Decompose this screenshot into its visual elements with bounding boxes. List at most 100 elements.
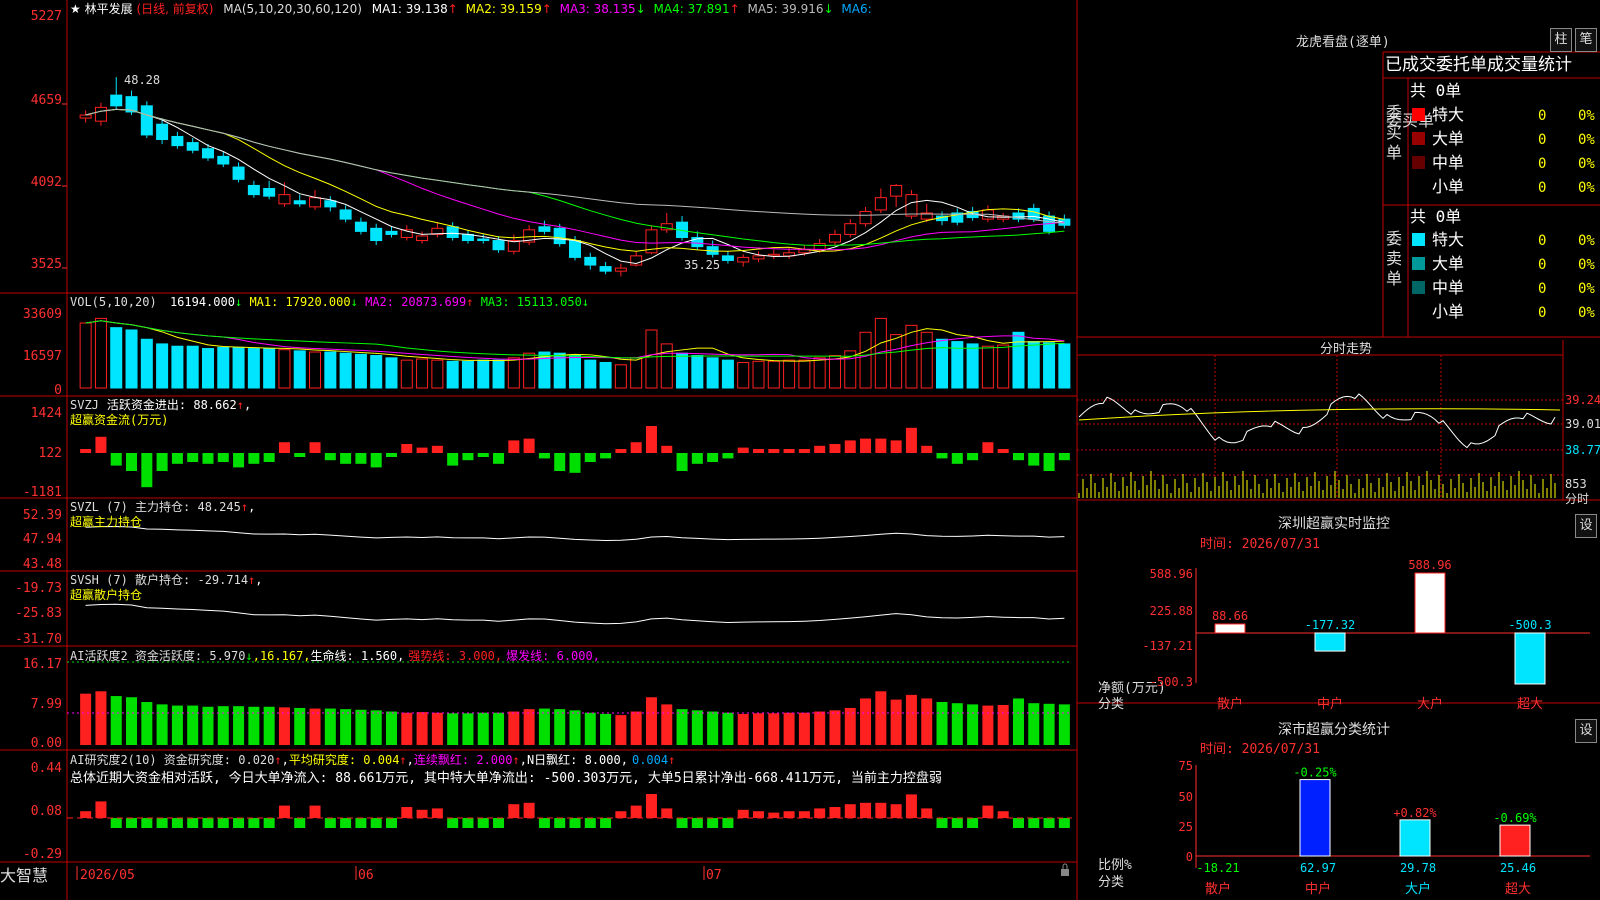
money-flow-bar — [783, 449, 795, 453]
money-flow-bar — [171, 453, 183, 464]
research-bar — [691, 818, 703, 828]
fenshi-title: 分时走势 — [1320, 341, 1372, 357]
money-flow-bar — [722, 453, 734, 459]
research-bar — [187, 818, 199, 828]
money-flow-bar — [355, 453, 367, 464]
ratio-change: +0.82% — [1393, 806, 1437, 820]
volume-bar — [614, 364, 627, 389]
activity-bar — [324, 708, 336, 745]
research-bar — [447, 818, 459, 828]
money-flow-bar — [584, 453, 596, 462]
activity-bar — [905, 694, 917, 745]
ratio-value: 29.78 — [1400, 861, 1436, 875]
research-bar — [523, 802, 535, 818]
volume-bars[interactable] — [79, 317, 1071, 389]
volume-bar — [324, 351, 337, 389]
research-bar — [141, 818, 153, 828]
activity-bar — [416, 712, 428, 745]
price-yaxis: 5227 4659 4092 3525 — [31, 9, 62, 272]
volume-bar — [645, 329, 658, 389]
sell-total: 共 0单 — [1410, 207, 1461, 226]
retail-holding-line — [85, 603, 1065, 625]
y-tick: -1181 — [23, 485, 62, 500]
legend-star: ★ — [70, 2, 81, 16]
candlestick-series[interactable] — [79, 77, 1071, 277]
money-flow-bar — [538, 453, 550, 459]
candle-body — [446, 226, 459, 238]
monitor-settings-button[interactable]: 设 — [1575, 514, 1597, 538]
lock-icon[interactable] — [1061, 863, 1069, 876]
volume-bar — [905, 324, 918, 389]
volume-bar — [568, 355, 582, 389]
candle-body — [324, 200, 337, 208]
x-tick: 2026/05 — [80, 868, 135, 883]
money-flow-bar — [1043, 453, 1055, 471]
svg-text:39.24: 39.24 — [1565, 393, 1600, 407]
fenshi-line — [1078, 393, 1561, 498]
candle-body — [232, 166, 245, 180]
research-bar — [217, 818, 229, 828]
y-tick: 7.99 — [31, 697, 62, 712]
research-bar — [385, 818, 397, 828]
classify-settings-button[interactable]: 设 — [1575, 719, 1597, 743]
volume-bar — [859, 331, 872, 389]
money-flow-bar — [798, 449, 810, 453]
candle-body — [568, 240, 582, 258]
volume-bar — [446, 360, 459, 389]
ratio-value: 62.97 — [1300, 861, 1336, 875]
volume-bar — [125, 329, 138, 389]
activity-bar — [523, 709, 535, 745]
research-bar — [661, 808, 673, 818]
y-tick: 33609 — [23, 307, 62, 322]
volume-bar — [783, 359, 796, 389]
svg-text:AI研究度2(10) 资金研究度: 0.020↑,平均研究度: AI研究度2(10) 资金研究度: 0.020↑,平均研究度: 0.004↑,连… — [70, 752, 675, 767]
money-flow-bar — [905, 427, 917, 453]
activity-bar — [707, 711, 719, 745]
research-bar — [676, 818, 688, 828]
volume-bar — [890, 334, 903, 389]
volume-bar — [721, 359, 734, 389]
research-bar — [569, 818, 581, 828]
main-chart-area[interactable]: ★ 林平发展 (日线, 前复权) MA(5,10,20,30,60,120) M… — [0, 0, 1600, 900]
volume-bar — [385, 357, 398, 389]
activity-bar — [156, 704, 168, 745]
money-flow-bar — [737, 447, 749, 453]
column-view-button[interactable]: 柱 — [1550, 28, 1572, 52]
candle-body — [584, 256, 597, 266]
volume-bar — [1027, 341, 1040, 389]
order-size-swatch — [1412, 108, 1425, 121]
volume-bar — [706, 357, 719, 389]
monitor-title: 深圳超赢实时监控 — [1278, 515, 1390, 532]
research-bar — [860, 802, 872, 818]
activity-bar — [1043, 703, 1055, 745]
volume-bar — [232, 346, 245, 389]
research-bar — [171, 818, 183, 828]
money-flow-bar — [493, 453, 505, 464]
money-flow-bar — [554, 453, 566, 471]
net-flow-bar — [1514, 632, 1546, 685]
research-bar — [416, 809, 428, 818]
ratio-value: -18.21 — [1196, 861, 1239, 875]
money-flow-bar — [569, 453, 581, 473]
volume-bar — [416, 358, 429, 389]
research-bar — [890, 804, 902, 818]
money-flow-bar — [661, 445, 673, 453]
candle-body — [94, 106, 107, 122]
volume-bar — [1058, 343, 1071, 389]
research-bar — [707, 818, 719, 828]
tick-view-button[interactable]: 笔 — [1575, 28, 1597, 52]
research-bar — [263, 818, 275, 828]
y-tick: -19.73 — [15, 581, 62, 596]
ai2-legend: AI研究度2(10) 资金研究度: 0.020↑,平均研究度: 0.004↑,连… — [70, 752, 942, 786]
ma-line — [85, 108, 1065, 247]
money-flow-bar — [248, 453, 260, 464]
money-flow-bar — [691, 453, 703, 464]
y-tick: -500.3 — [1150, 675, 1193, 689]
side-label-char: 单 — [1386, 269, 1402, 288]
svg-text:分类: 分类 — [1098, 697, 1124, 712]
money-flow-bar — [860, 438, 872, 453]
moving-average-lines — [85, 108, 1065, 265]
activity-bar — [997, 704, 1009, 745]
ai1-yaxis: 16.17 7.99 0.00 — [23, 657, 62, 751]
candle-body — [599, 266, 612, 272]
